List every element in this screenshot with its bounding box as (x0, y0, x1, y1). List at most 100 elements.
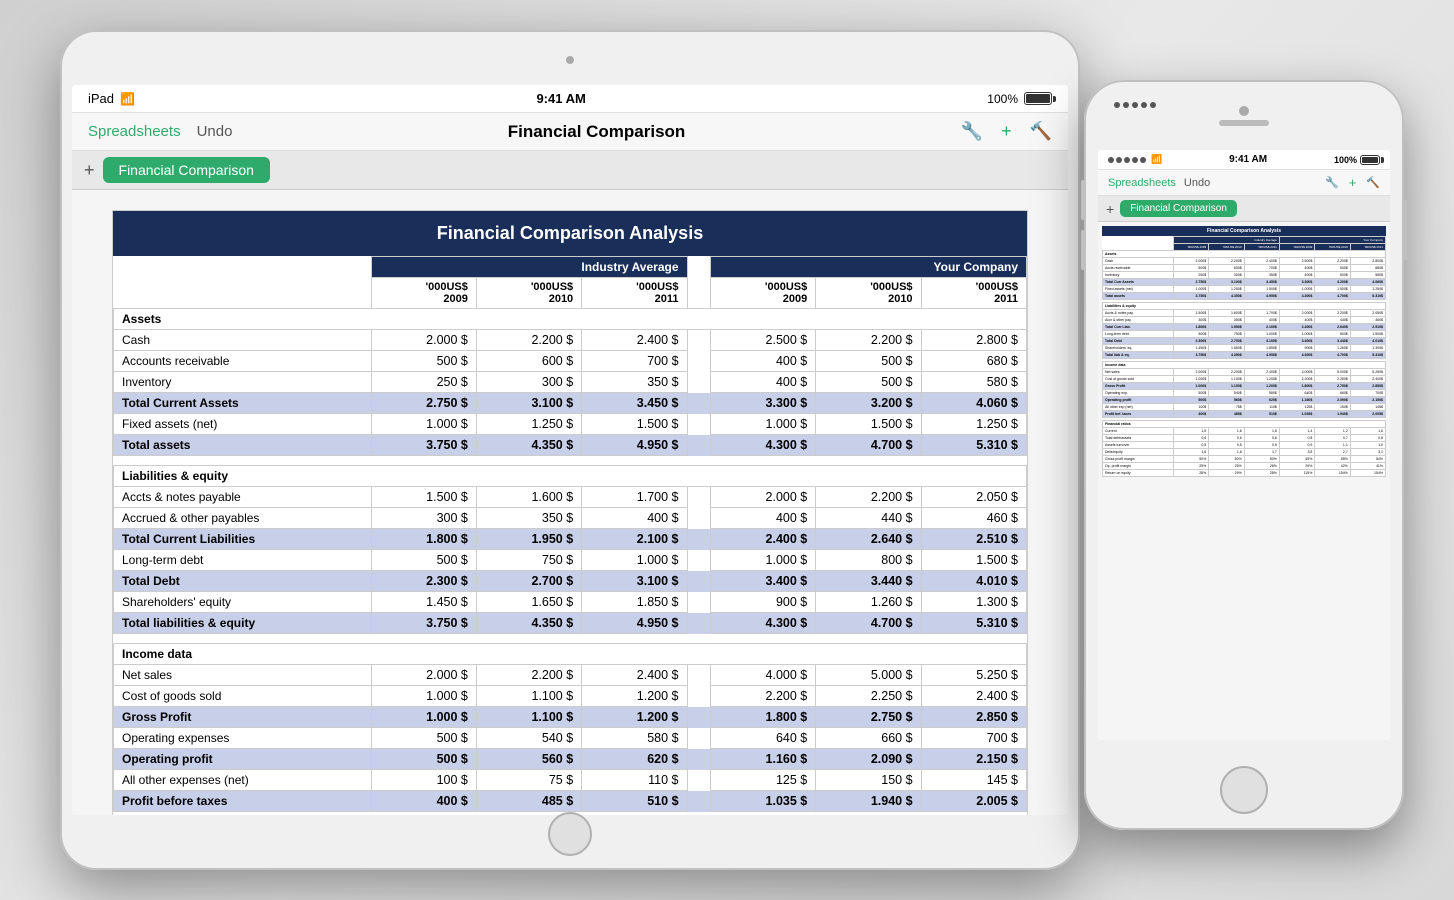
company-header: Your Company (710, 257, 1026, 278)
table-row: Accts & notes pay.1.500$1.600$1.700$2.00… (1103, 310, 1386, 317)
table-row: Total debt/assets0,60,60,60,80,70,8 (1103, 435, 1386, 442)
iphone-sheet-tab[interactable]: Financial Comparison (1120, 200, 1237, 217)
table-row: Assets turnover0,50,50,50,91,11,0 (1103, 442, 1386, 449)
iphone-volume-down[interactable] (1081, 230, 1085, 270)
ipad-status-bar: iPad 📶 9:41 AM 100% (72, 85, 1068, 113)
mini-table: Industry Average Your Company '000US$ 20… (1102, 236, 1386, 477)
spreadsheet-table: Industry Average Your Company '000US$200… (113, 256, 1027, 815)
table-row: Fixed assets (net) 1.000 $1.250 $1.500 $… (114, 414, 1027, 435)
table-row: Operating exp.500$540$580$640$660$700$ (1103, 390, 1386, 397)
signal-dot (1132, 157, 1138, 163)
table-row: Profit bef. taxes400$485$510$1.035$1.940… (1103, 411, 1386, 418)
iphone-tab-bar: + Financial Comparison (1098, 196, 1390, 222)
wifi-icon: 📶 (120, 92, 135, 106)
col-i2009: '000US$2009 (371, 278, 476, 309)
iphone-wrench-icon[interactable]: 🔨 (1366, 176, 1380, 189)
table-row: Gross Profit 1.000 $1.100 $1.200 $ 1.800… (114, 707, 1027, 728)
table-row: Gross Profit1.000$1.100$1.200$1.800$2.75… (1103, 383, 1386, 390)
tools-icon[interactable]: 🔧 (961, 121, 983, 142)
signal-dot (1140, 157, 1146, 163)
table-row: Shareholders' equity 1.450 $1.650 $1.850… (114, 592, 1027, 613)
spreadsheet: Financial Comparison Analysis Industry A… (112, 210, 1028, 815)
iphone-signal-dots (1114, 102, 1156, 108)
iphone-speaker (1219, 120, 1269, 126)
table-row: Accrued & other payables 300 $350 $400 $… (114, 508, 1027, 529)
iphone-toolbar-right: 🔧 + 🔨 (1325, 175, 1380, 190)
table-row: Cash2.000$2.200$2.400$2.500$2.200$2.800$ (1103, 258, 1386, 265)
table-row: Operating expenses 500 $540 $580 $ 640 $… (114, 728, 1027, 749)
ipad-device-label: iPad (88, 91, 114, 106)
signal-dot (1132, 102, 1138, 108)
iphone-add-sheet-button[interactable]: + (1106, 201, 1114, 217)
table-row: Operating profit500$560$620$1.160$2.090$… (1103, 397, 1386, 404)
ipad-tab-bar: + Financial Comparison (72, 151, 1068, 190)
table-row: Operating profit 500 $560 $620 $ 1.160 $… (114, 749, 1027, 770)
iphone-spreadsheets-button[interactable]: Spreadsheets (1108, 177, 1176, 189)
mini-title: Financial Comparison Analysis (1102, 226, 1386, 236)
iphone-status-bar: 📶 9:41 AM 100% (1098, 150, 1390, 170)
table-row: Cost of goods sold1.000$1.100$1.200$2.20… (1103, 376, 1386, 383)
add-sheet-button[interactable]: + (84, 160, 95, 181)
table-row: Total Curr Liab.1.800$1.950$2.100$2.400$… (1103, 324, 1386, 331)
ipad-device: iPad 📶 9:41 AM 100% Spreadsheets Undo Fi… (60, 30, 1080, 870)
signal-dot (1150, 102, 1156, 108)
ipad-document-title: Financial Comparison (232, 122, 960, 142)
signal-dot (1108, 157, 1114, 163)
table-row: Total liab & eq.3.750$4.350$4.950$4.300$… (1103, 352, 1386, 359)
total-liabilities-row: Total liabilities & equity 3.750 $4.350 … (114, 613, 1027, 634)
table-row: All other exp (net)100$75$110$125$150$14… (1103, 404, 1386, 411)
table-row: Accounts receivable 500 $600 $700 $ 400 … (114, 351, 1027, 372)
iphone-power-button[interactable] (1403, 200, 1407, 260)
table-row: Accr & other pay.300$350$400$400$440$460… (1103, 317, 1386, 324)
iphone-toolbar-left: Spreadsheets Undo (1108, 177, 1210, 189)
iphone-home-button[interactable] (1220, 766, 1268, 814)
iphone-undo-button[interactable]: Undo (1184, 177, 1210, 189)
iphone-content: Financial Comparison Analysis Industry A… (1098, 222, 1390, 740)
table-row: Liabilities & equity (114, 466, 1027, 487)
ipad-camera (566, 56, 574, 64)
signal-dot (1124, 157, 1130, 163)
total-assets-row: Total assets 3.750 $4.350 $4.950 $ 4.300… (114, 435, 1027, 456)
wrench-icon[interactable]: 🔨 (1030, 121, 1052, 142)
undo-button[interactable]: Undo (197, 123, 233, 140)
col-i2010: '000US$2010 (476, 278, 581, 309)
battery-fill (1026, 94, 1050, 103)
table-row: Inventory 250 $300 $350 $ 400 $500 $580 … (114, 372, 1027, 393)
spreadsheets-button[interactable]: Spreadsheets (88, 123, 181, 140)
ipad-toolbar: Spreadsheets Undo Financial Comparison 🔧… (72, 113, 1068, 151)
table-row: Cash 2.000 $2.200 $2.400 $ 2.500 $2.200 … (114, 330, 1027, 351)
wifi-label: 📶 (1151, 154, 1162, 165)
assets-header: Assets (114, 309, 1027, 330)
battery-fill (1362, 157, 1378, 163)
spreadsheet-title: Financial Comparison Analysis (113, 211, 1027, 256)
mini-industry-header: Industry Average (1173, 237, 1279, 244)
col-c2009: '000US$2009 (710, 278, 815, 309)
iphone-battery-icon (1360, 155, 1380, 165)
iphone-volume-up[interactable] (1081, 180, 1085, 220)
table-row: Total Curr Assets2.750$3.100$3.450$3.300… (1103, 279, 1386, 286)
ipad-home-button[interactable] (548, 812, 592, 856)
signal-dot (1141, 102, 1147, 108)
table-row: Net sales 2.000 $2.200 $2.400 $ 4.000 $5… (114, 665, 1027, 686)
table-row: All other expenses (net) 100 $75 $110 $ … (114, 770, 1027, 791)
mini-spreadsheet: Financial Comparison Analysis Industry A… (1102, 226, 1386, 477)
signal-dot (1114, 102, 1120, 108)
table-row: Long-term debt500$750$1.000$1.000$800$1.… (1103, 331, 1386, 338)
table-row: Income data (114, 644, 1027, 665)
iphone-screen: 📶 9:41 AM 100% Spreadsheets Undo 🔧 (1098, 150, 1390, 740)
iphone-tools-icon[interactable]: 🔧 (1325, 176, 1339, 189)
table-row: Cost of goods sold 1.000 $1.100 $1.200 $… (114, 686, 1027, 707)
table-row: Long-term debt 500 $750 $1.000 $ 1.000 $… (114, 550, 1027, 571)
sheet-tab-financial[interactable]: Financial Comparison (103, 157, 270, 183)
table-row: Gross profit margin50%50%50%45%55%54% (1103, 456, 1386, 463)
table-row: Current1,51,61,61,41,21,6 (1103, 428, 1386, 435)
col-c2010: '000US$2010 (816, 278, 921, 309)
table-row (114, 456, 1027, 466)
add-icon[interactable]: + (1001, 121, 1012, 142)
col-i2011: '000US$2011 (582, 278, 687, 309)
table-row: Op. profit margin25%25%26%29%42%41% (1103, 463, 1386, 470)
table-row: Shareholders' eq.1.450$1.650$1.850$900$1… (1103, 345, 1386, 352)
table-row: Total assets3.750$4.350$4.950$4.300$4.70… (1103, 293, 1386, 300)
iphone-add-icon[interactable]: + (1349, 175, 1357, 190)
battery-label: 100% (1334, 155, 1357, 165)
